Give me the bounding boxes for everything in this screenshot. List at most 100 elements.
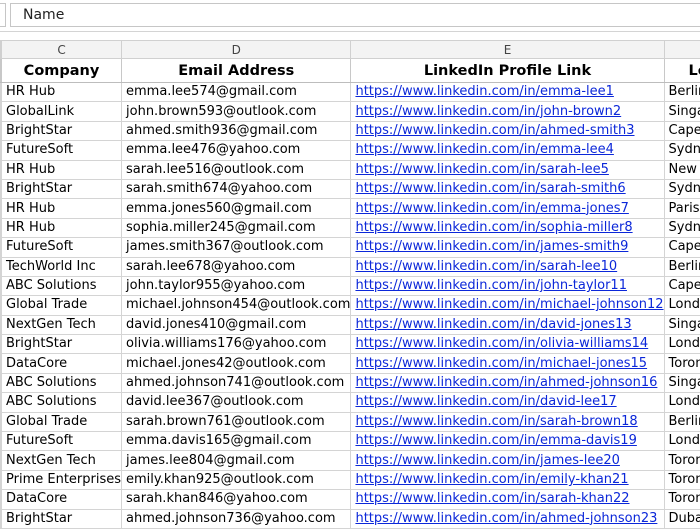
cell-location[interactable]: Paris, <box>664 199 700 218</box>
linkedin-link[interactable]: https://www.linkedin.com/in/michael-jone… <box>355 356 647 371</box>
column-header-e[interactable]: E <box>351 41 664 59</box>
cell-company[interactable]: HR Hub <box>2 83 122 102</box>
cell-location[interactable]: Londo <box>664 296 700 315</box>
cell-linkedin[interactable]: https://www.linkedin.com/in/sophia-mille… <box>351 218 664 237</box>
cell-location[interactable]: Cape <box>664 276 700 295</box>
cell-linkedin[interactable]: https://www.linkedin.com/in/sarah-khan22 <box>351 490 664 509</box>
cell-linkedin[interactable]: https://www.linkedin.com/in/olivia-willi… <box>351 335 664 354</box>
linkedin-link[interactable]: https://www.linkedin.com/in/sarah-lee10 <box>355 259 617 274</box>
cell-email[interactable]: sarah.khan846@yahoo.com <box>122 490 351 509</box>
cell-location[interactable]: Singap <box>664 373 700 392</box>
cell-linkedin[interactable]: https://www.linkedin.com/in/james-lee20 <box>351 451 664 470</box>
cell-location[interactable]: Toron <box>664 354 700 373</box>
cell-linkedin[interactable]: https://www.linkedin.com/in/michael-john… <box>351 296 664 315</box>
cell-company[interactable]: TechWorld Inc <box>2 257 122 276</box>
cell-email[interactable]: emily.khan925@outlook.com <box>122 470 351 489</box>
cell-location[interactable]: Berlin <box>664 83 700 102</box>
cell-email[interactable]: michael.jones42@outlook.com <box>122 354 351 373</box>
linkedin-link[interactable]: https://www.linkedin.com/in/emma-lee4 <box>355 142 613 157</box>
cell-linkedin[interactable]: https://www.linkedin.com/in/emma-lee1 <box>351 83 664 102</box>
header-linkedin[interactable]: LinkedIn Profile Link <box>351 59 664 83</box>
cell-linkedin[interactable]: https://www.linkedin.com/in/emma-davis19 <box>351 432 664 451</box>
cell-email[interactable]: david.jones410@gmail.com <box>122 315 351 334</box>
linkedin-link[interactable]: https://www.linkedin.com/in/olivia-willi… <box>355 336 648 351</box>
cell-location[interactable]: Cape <box>664 238 700 257</box>
linkedin-link[interactable]: https://www.linkedin.com/in/david-lee17 <box>355 394 616 409</box>
cell-company[interactable]: BrightStar <box>2 179 122 198</box>
linkedin-link[interactable]: https://www.linkedin.com/in/david-jones1… <box>355 317 631 332</box>
cell-company[interactable]: GlobalLink <box>2 102 122 121</box>
linkedin-link[interactable]: https://www.linkedin.com/in/sarah-khan22 <box>355 491 629 506</box>
cell-linkedin[interactable]: https://www.linkedin.com/in/sarah-lee10 <box>351 257 664 276</box>
cell-location[interactable]: Toron <box>664 490 700 509</box>
cell-email[interactable]: ahmed.johnson741@outlook.com <box>122 373 351 392</box>
cell-location[interactable]: Londo <box>664 393 700 412</box>
cell-linkedin[interactable]: https://www.linkedin.com/in/ahmed-johnso… <box>351 373 664 392</box>
cell-email[interactable]: john.brown593@outlook.com <box>122 102 351 121</box>
cell-location[interactable]: Londo <box>664 335 700 354</box>
linkedin-link[interactable]: https://www.linkedin.com/in/ahmed-johnso… <box>355 511 657 526</box>
cell-linkedin[interactable]: https://www.linkedin.com/in/michael-jone… <box>351 354 664 373</box>
cell-location[interactable]: Sydne <box>664 141 700 160</box>
cell-email[interactable]: james.lee804@gmail.com <box>122 451 351 470</box>
formula-input[interactable]: Name <box>10 3 700 27</box>
cell-location[interactable]: Berlin <box>664 257 700 276</box>
column-header-c[interactable]: C <box>2 41 122 59</box>
cell-email[interactable]: emma.lee574@gmail.com <box>122 83 351 102</box>
linkedin-link[interactable]: https://www.linkedin.com/in/emma-jones7 <box>355 201 628 216</box>
name-box[interactable] <box>0 3 6 27</box>
linkedin-link[interactable]: https://www.linkedin.com/in/james-smith9 <box>355 239 628 254</box>
cell-location[interactable]: New Y <box>664 160 700 179</box>
cell-linkedin[interactable]: https://www.linkedin.com/in/emily-khan21 <box>351 470 664 489</box>
cell-company[interactable]: BrightStar <box>2 335 122 354</box>
cell-email[interactable]: emma.lee476@yahoo.com <box>122 141 351 160</box>
cell-linkedin[interactable]: https://www.linkedin.com/in/james-smith9 <box>351 238 664 257</box>
cell-company[interactable]: NextGen Tech <box>2 451 122 470</box>
cell-email[interactable]: sarah.lee516@outlook.com <box>122 160 351 179</box>
cell-linkedin[interactable]: https://www.linkedin.com/in/ahmed-smith3 <box>351 121 664 140</box>
linkedin-link[interactable]: https://www.linkedin.com/in/john-brown2 <box>355 104 621 119</box>
cell-company[interactable]: HR Hub <box>2 160 122 179</box>
column-header-d[interactable]: D <box>122 41 351 59</box>
cell-company[interactable]: ABC Solutions <box>2 393 122 412</box>
cell-email[interactable]: emma.davis165@gmail.com <box>122 432 351 451</box>
cell-email[interactable]: david.lee367@outlook.com <box>122 393 351 412</box>
cell-email[interactable]: ahmed.johnson736@yahoo.com <box>122 509 351 528</box>
cell-location[interactable]: Toron <box>664 451 700 470</box>
cell-linkedin[interactable]: https://www.linkedin.com/in/sarah-smith6 <box>351 179 664 198</box>
cell-email[interactable]: emma.jones560@gmail.com <box>122 199 351 218</box>
linkedin-link[interactable]: https://www.linkedin.com/in/sarah-smith6 <box>355 181 625 196</box>
cell-location[interactable]: Sydne <box>664 218 700 237</box>
cell-linkedin[interactable]: https://www.linkedin.com/in/sarah-lee5 <box>351 160 664 179</box>
cell-company[interactable]: Global Trade <box>2 412 122 431</box>
linkedin-link[interactable]: https://www.linkedin.com/in/james-lee20 <box>355 453 619 468</box>
linkedin-link[interactable]: https://www.linkedin.com/in/michael-john… <box>355 297 663 312</box>
cell-email[interactable]: michael.johnson454@outlook.com <box>122 296 351 315</box>
column-header-f[interactable] <box>664 41 700 59</box>
cell-linkedin[interactable]: https://www.linkedin.com/in/john-taylor1… <box>351 276 664 295</box>
cell-company[interactable]: HR Hub <box>2 199 122 218</box>
cell-location[interactable]: Sydne <box>664 179 700 198</box>
cell-company[interactable]: Prime Enterprises <box>2 470 122 489</box>
linkedin-link[interactable]: https://www.linkedin.com/in/emily-khan21 <box>355 472 628 487</box>
cell-linkedin[interactable]: https://www.linkedin.com/in/david-lee17 <box>351 393 664 412</box>
cell-linkedin[interactable]: https://www.linkedin.com/in/david-jones1… <box>351 315 664 334</box>
cell-company[interactable]: DataCore <box>2 490 122 509</box>
cell-linkedin[interactable]: https://www.linkedin.com/in/emma-lee4 <box>351 141 664 160</box>
linkedin-link[interactable]: https://www.linkedin.com/in/ahmed-johnso… <box>355 375 657 390</box>
cell-linkedin[interactable]: https://www.linkedin.com/in/emma-jones7 <box>351 199 664 218</box>
cell-location[interactable]: Berlin <box>664 412 700 431</box>
cell-location[interactable]: Dubai <box>664 509 700 528</box>
cell-company[interactable]: FutureSoft <box>2 238 122 257</box>
cell-location[interactable]: Londo <box>664 432 700 451</box>
cell-email[interactable]: olivia.williams176@yahoo.com <box>122 335 351 354</box>
cell-company[interactable]: ABC Solutions <box>2 276 122 295</box>
cell-company[interactable]: FutureSoft <box>2 141 122 160</box>
cell-company[interactable]: BrightStar <box>2 509 122 528</box>
cell-company[interactable]: Global Trade <box>2 296 122 315</box>
cell-location[interactable]: Toron <box>664 470 700 489</box>
cell-email[interactable]: john.taylor955@yahoo.com <box>122 276 351 295</box>
cell-linkedin[interactable]: https://www.linkedin.com/in/ahmed-johnso… <box>351 509 664 528</box>
cell-email[interactable]: sophia.miller245@gmail.com <box>122 218 351 237</box>
cell-location[interactable]: Singap <box>664 102 700 121</box>
